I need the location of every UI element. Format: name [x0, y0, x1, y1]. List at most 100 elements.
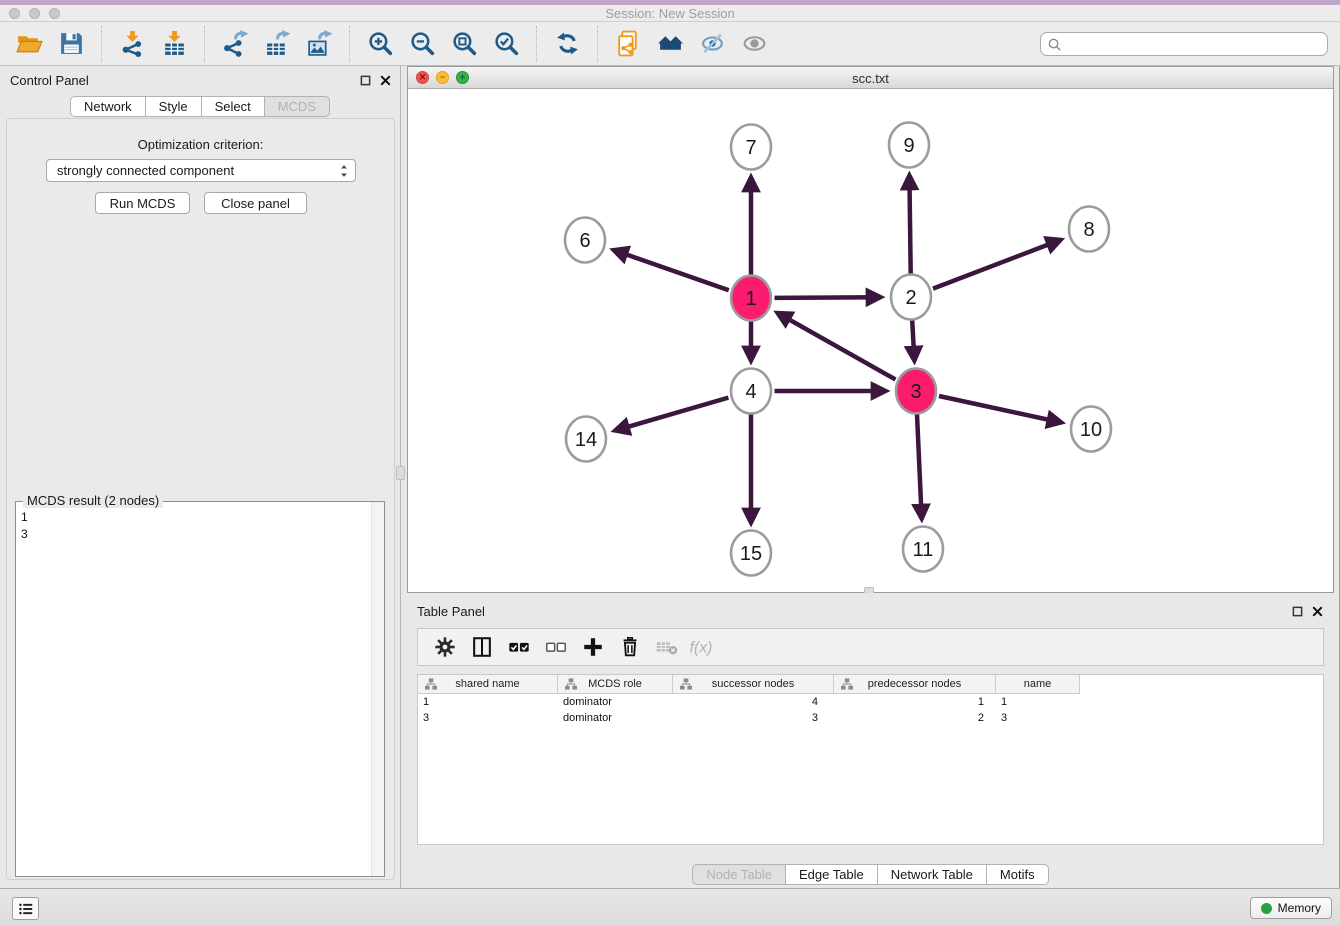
function-builder-button[interactable]: f(x) [687, 631, 720, 664]
shared-column-icon [680, 678, 692, 690]
memory-status-dot [1261, 903, 1272, 914]
add-row-button[interactable] [576, 631, 609, 664]
graph-edge-1-2[interactable] [775, 297, 881, 298]
graph-node-14[interactable]: 14 [566, 417, 606, 462]
table-cell[interactable]: 1 [996, 694, 1080, 710]
graph-edge-1-6[interactable] [614, 250, 729, 290]
criterion-dropdown[interactable]: strongly connected component [46, 159, 356, 182]
table-cell[interactable]: 4 [673, 694, 834, 710]
tab-node-table[interactable]: Node Table [692, 864, 786, 885]
table-cell[interactable]: 3 [673, 710, 834, 726]
column-header-shared-name[interactable]: shared name [418, 675, 558, 694]
table-cell[interactable]: 2 [834, 710, 996, 726]
graph-node-15[interactable]: 15 [731, 531, 771, 576]
apply-layout-button[interactable] [549, 26, 585, 62]
column-header-predecessor-nodes[interactable]: predecessor nodes [834, 675, 996, 694]
import-network-button[interactable] [114, 26, 150, 62]
tab-network-table[interactable]: Network Table [877, 864, 987, 885]
network-window: ✕ − + scc.txt 7968124314101511 [407, 66, 1334, 593]
zoom-selected-button[interactable] [488, 26, 524, 62]
table-panel: Table Panel f(x) shared nameMCDS rolesuc… [407, 593, 1334, 888]
visibility-button[interactable] [736, 26, 772, 62]
save-session-button[interactable] [53, 26, 89, 62]
table-panel-title: Table Panel [417, 604, 485, 619]
zoom-in-button[interactable] [362, 26, 398, 62]
graph-node-10[interactable]: 10 [1071, 407, 1111, 452]
search-box[interactable] [1040, 32, 1328, 56]
graph-edge-2-9[interactable] [909, 176, 910, 274]
graph-node-1[interactable]: 1 [731, 276, 771, 321]
column-header-name[interactable]: name [996, 675, 1080, 694]
table-settings-button[interactable] [428, 631, 461, 664]
graph-edge-4-14[interactable] [615, 398, 728, 431]
svg-text:1: 1 [745, 288, 756, 310]
tab-motifs[interactable]: Motifs [986, 864, 1049, 885]
shared-column-icon [841, 678, 853, 690]
column-header-successor-nodes[interactable]: successor nodes [673, 675, 834, 694]
tab-select[interactable]: Select [201, 96, 265, 117]
list-icon [17, 900, 35, 918]
export-image-button[interactable] [301, 26, 337, 62]
control-panel-header: Control Panel [0, 66, 400, 92]
table-cell[interactable]: dominator [558, 694, 673, 710]
table-cell[interactable]: dominator [558, 710, 673, 726]
graph-edge-3-1[interactable] [778, 313, 896, 380]
graph-node-3[interactable]: 3 [896, 369, 936, 414]
toolbar-separator [349, 26, 350, 62]
close-panel-button[interactable]: Close panel [204, 192, 307, 214]
graph-edge-2-3[interactable] [912, 321, 914, 361]
delete-table-button[interactable] [650, 631, 683, 664]
network-from-selection-button[interactable] [610, 26, 646, 62]
mcds-result-box: MCDS result (2 nodes) 13 [15, 493, 385, 877]
vertical-splitter-handle[interactable] [396, 466, 405, 480]
import-table-button[interactable] [156, 26, 192, 62]
clear-all-checks-button[interactable] [539, 631, 572, 664]
close-panel-icon[interactable] [378, 73, 392, 87]
graph-node-11[interactable]: 11 [903, 527, 943, 572]
tab-network[interactable]: Network [70, 96, 146, 117]
show-columns-button[interactable] [465, 631, 498, 664]
mcds-result-list: 13 [21, 509, 28, 543]
graph-node-4[interactable]: 4 [731, 369, 771, 414]
float-table-icon[interactable] [1290, 604, 1304, 618]
graph-node-7[interactable]: 7 [731, 125, 771, 170]
zoom-out-button[interactable] [404, 26, 440, 62]
memory-button[interactable]: Memory [1250, 897, 1332, 919]
table-cell[interactable]: 3 [996, 710, 1080, 726]
graph-edge-2-8[interactable] [933, 240, 1061, 289]
node-table: shared nameMCDS rolesuccessor nodesprede… [417, 674, 1324, 845]
graph-node-8[interactable]: 8 [1069, 207, 1109, 252]
close-table-icon[interactable] [1310, 604, 1324, 618]
table-row: 1dominator411 [418, 694, 1323, 710]
graph-edge-3-11[interactable] [917, 415, 922, 519]
graph-node-9[interactable]: 9 [889, 123, 929, 168]
tab-edge-table[interactable]: Edge Table [785, 864, 878, 885]
graph-node-2[interactable]: 2 [891, 275, 931, 320]
search-input[interactable] [1066, 36, 1321, 52]
status-bar: Memory [0, 888, 1340, 926]
zoom-fit-button[interactable] [446, 26, 482, 62]
tab-mcds[interactable]: MCDS [264, 96, 330, 117]
float-window-icon[interactable] [358, 73, 372, 87]
table-cell[interactable]: 3 [418, 710, 558, 726]
table-cell[interactable]: 1 [834, 694, 996, 710]
home-button[interactable] [652, 26, 688, 62]
open-session-button[interactable] [11, 26, 47, 62]
graph-node-6[interactable]: 6 [565, 218, 605, 263]
column-header-MCDS-role[interactable]: MCDS role [558, 675, 673, 694]
export-table-button[interactable] [259, 26, 295, 62]
graph-edge-3-10[interactable] [939, 396, 1061, 423]
visibility-off-button[interactable] [694, 26, 730, 62]
chevron-up-down-icon [339, 163, 349, 179]
run-mcds-button[interactable]: Run MCDS [95, 192, 190, 214]
result-scrollbar[interactable] [371, 502, 384, 876]
select-all-checks-button[interactable] [502, 631, 535, 664]
export-network-button[interactable] [217, 26, 253, 62]
delete-row-button[interactable] [613, 631, 646, 664]
tab-style[interactable]: Style [145, 96, 202, 117]
table-cell[interactable]: 1 [418, 694, 558, 710]
svg-text:4: 4 [745, 381, 756, 403]
task-history-button[interactable] [12, 897, 39, 920]
optimization-criterion-label: Optimization criterion: [7, 137, 394, 152]
network-canvas[interactable]: 7 9 6 8 1 2 4 3 14 10 15 11 [408, 89, 1333, 592]
